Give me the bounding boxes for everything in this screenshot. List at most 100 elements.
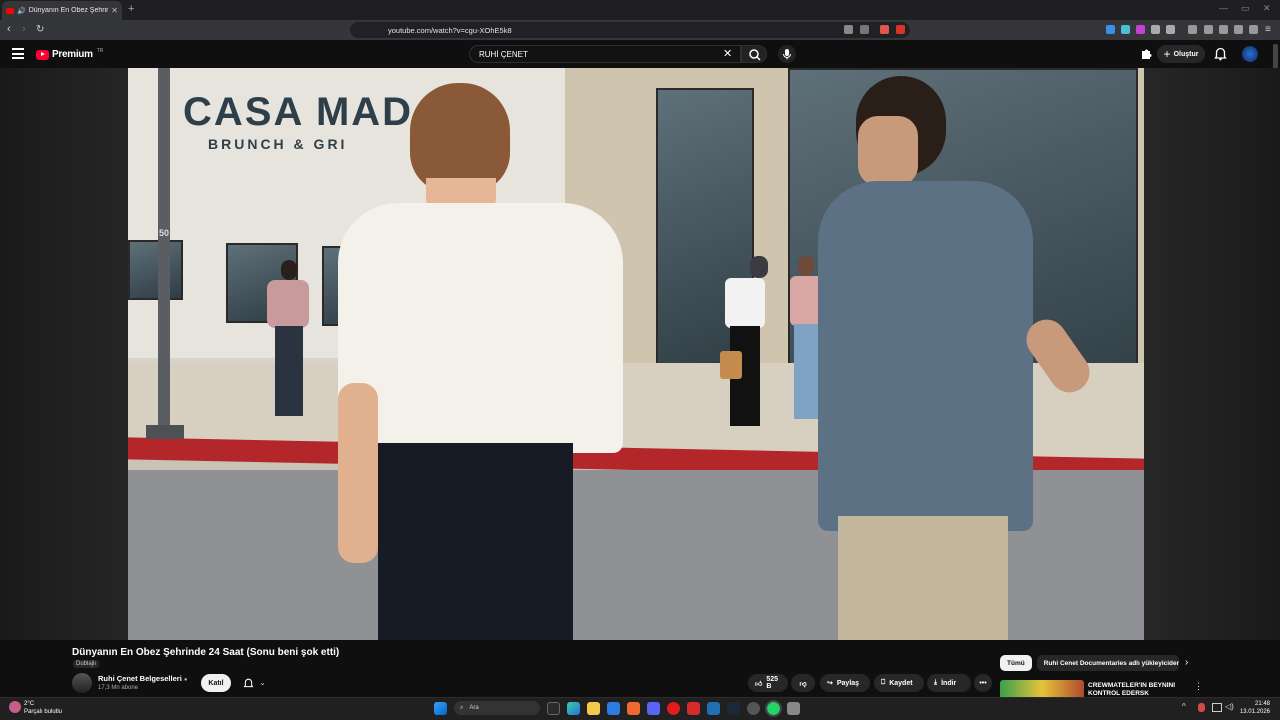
temperature: 2°C xyxy=(24,701,35,707)
join-button[interactable]: Katıl xyxy=(201,674,231,692)
extension-icon[interactable] xyxy=(1151,25,1160,34)
youtube-logo[interactable]: Premium TR xyxy=(36,47,104,60)
opera-icon[interactable] xyxy=(667,701,680,715)
share-label: Paylaş xyxy=(836,679,860,687)
download-label: İndir xyxy=(941,679,957,687)
video-title: Dünyanın En Obez Şehrinde 24 Saat (Sonu … xyxy=(72,647,340,658)
task-view-icon[interactable] xyxy=(547,701,560,715)
scene-person-white-shirt xyxy=(338,83,628,640)
back-icon[interactable]: ‹ xyxy=(7,24,11,35)
brave-browser-icon[interactable] xyxy=(627,701,640,715)
tab-close-icon[interactable]: ✕ xyxy=(111,6,118,15)
channel-name[interactable]: Ruhi Çenet Belgeselleri ● xyxy=(98,674,188,683)
create-label: Oluştur xyxy=(1173,50,1199,58)
subscriber-count: 17,3 Mn abone xyxy=(98,685,139,691)
extension-icon[interactable] xyxy=(1166,25,1175,34)
media-icon[interactable] xyxy=(1188,25,1197,34)
download-button[interactable]: ⤓ İndir xyxy=(927,674,971,692)
copilot-icon[interactable] xyxy=(567,701,580,715)
vpn-icon[interactable] xyxy=(1249,25,1258,34)
youtube-favicon-icon xyxy=(6,7,14,14)
recommendation-chips: Tümü Ruhi Cenet Documentaries adlı yükle… xyxy=(1000,655,1179,671)
app-icon[interactable] xyxy=(747,701,760,715)
close-window-button[interactable]: ✕ xyxy=(1263,3,1271,14)
taskbar-clock[interactable]: 21:48 13.01.2026 xyxy=(1236,700,1270,716)
bell-icon xyxy=(243,678,253,687)
weather-widget[interactable]: 2°C Parçalı bulutlu xyxy=(8,700,62,716)
subscription-bell-button[interactable]: ⌄ xyxy=(236,674,272,692)
share-button[interactable]: ↪ Paylaş xyxy=(820,674,870,692)
more-actions-button[interactable]: ••• xyxy=(974,674,992,692)
like-button[interactable]: 👍︎ 525 B xyxy=(748,674,788,692)
chips-next-icon[interactable]: › xyxy=(1185,657,1188,668)
scene-person-blue-shirt xyxy=(818,76,1118,640)
taskbar-search[interactable]: ⌕ Ara xyxy=(454,701,540,715)
hamburger-menu-icon[interactable] xyxy=(12,48,24,59)
save-button[interactable]: ⎕ Kaydet xyxy=(874,674,924,692)
scene-sign-sub: BRUNCH & GRI xyxy=(208,136,348,152)
channel-name-text: Ruhi Çenet Belgeselleri xyxy=(98,674,182,683)
network-icon[interactable] xyxy=(1212,703,1222,712)
video-player[interactable]: CASA MAD BRUNCH & GRI 50 xyxy=(128,68,1144,640)
speaker-icon[interactable]: 🔊 xyxy=(17,7,26,15)
media-player-icon[interactable] xyxy=(687,701,700,715)
leo-icon[interactable] xyxy=(1234,25,1243,34)
reload-icon[interactable]: ↻ xyxy=(36,24,44,35)
logo-country: TR xyxy=(96,47,104,54)
recommended-menu-icon[interactable]: ⋮ xyxy=(1194,681,1203,692)
puzzle-extension-icon[interactable] xyxy=(1139,47,1153,61)
brave-shield-icon[interactable] xyxy=(880,25,889,34)
steam-icon[interactable] xyxy=(727,701,740,715)
search-button[interactable] xyxy=(741,45,767,63)
scene-person xyxy=(263,260,313,420)
minimize-button[interactable]: — xyxy=(1219,3,1228,13)
maximize-button[interactable]: ▭ xyxy=(1241,3,1250,14)
voice-search-button[interactable] xyxy=(778,45,796,63)
settings-icon[interactable] xyxy=(787,701,800,715)
wallet-icon[interactable] xyxy=(1219,25,1228,34)
scene-pole xyxy=(158,68,170,438)
whatsapp-icon[interactable] xyxy=(765,699,782,717)
more-icon: ••• xyxy=(979,679,987,687)
mic-tray-icon[interactable] xyxy=(1198,703,1205,712)
dubbed-badge: Dublajlı xyxy=(73,660,100,668)
scene-pole-marking: 50 xyxy=(159,228,170,238)
app-icon[interactable] xyxy=(707,701,720,715)
search-input[interactable]: RUHİ ÇENET xyxy=(469,45,741,63)
chip-uploader[interactable]: Ruhi Cenet Documentaries adlı yükleyicid… xyxy=(1036,655,1179,671)
scene-person xyxy=(720,256,770,431)
taskbar-search-placeholder: Ara xyxy=(469,705,479,711)
account-avatar[interactable] xyxy=(1242,46,1258,62)
notifications-bell-icon[interactable] xyxy=(1214,47,1227,61)
new-tab-button[interactable]: + xyxy=(128,3,134,15)
chip-all[interactable]: Tümü xyxy=(1000,655,1032,671)
recommended-title[interactable]: CREWMATELER'İN BEYNİNİ KONTROL EDERSK Bİ… xyxy=(1088,682,1183,698)
cast-icon[interactable] xyxy=(844,25,853,34)
file-explorer-icon[interactable] xyxy=(587,701,600,715)
address-bar[interactable]: youtube.com/watch?v=cgu-XOhE5k8 xyxy=(350,22,910,38)
extension-icon[interactable] xyxy=(1121,25,1130,34)
browser-tab[interactable]: 🔊 Dünyanın En Obez Şehrinde 2 ✕ xyxy=(2,1,122,20)
verified-icon: ● xyxy=(183,677,188,683)
rewards-icon[interactable] xyxy=(896,25,905,34)
extension-icon[interactable] xyxy=(1136,25,1145,34)
store-icon[interactable] xyxy=(607,701,620,715)
browser-menu-icon[interactable]: ≡ xyxy=(1265,24,1271,35)
channel-avatar[interactable] xyxy=(72,673,92,693)
dislike-button[interactable]: 👎︎ xyxy=(791,674,815,692)
windows-start-icon[interactable] xyxy=(434,701,447,715)
sidebar-icon[interactable] xyxy=(1204,25,1213,34)
share-page-icon[interactable] xyxy=(860,25,869,34)
clear-search-icon[interactable]: ✕ xyxy=(723,47,732,60)
search-icon xyxy=(749,49,761,61)
tray-expand-icon[interactable]: ^ xyxy=(1182,702,1186,711)
extension-icon[interactable] xyxy=(1106,25,1115,34)
logo-text: Premium xyxy=(52,49,93,60)
discord-icon[interactable] xyxy=(647,701,660,715)
thumbs-down-icon: 👎︎ xyxy=(799,680,807,688)
scene-pole-base xyxy=(146,425,184,439)
create-button[interactable]: + Oluştur xyxy=(1157,45,1205,63)
time: 21:48 xyxy=(1254,701,1270,707)
forward-icon[interactable]: › xyxy=(22,24,26,35)
volume-icon[interactable]: ◁) xyxy=(1225,702,1234,711)
